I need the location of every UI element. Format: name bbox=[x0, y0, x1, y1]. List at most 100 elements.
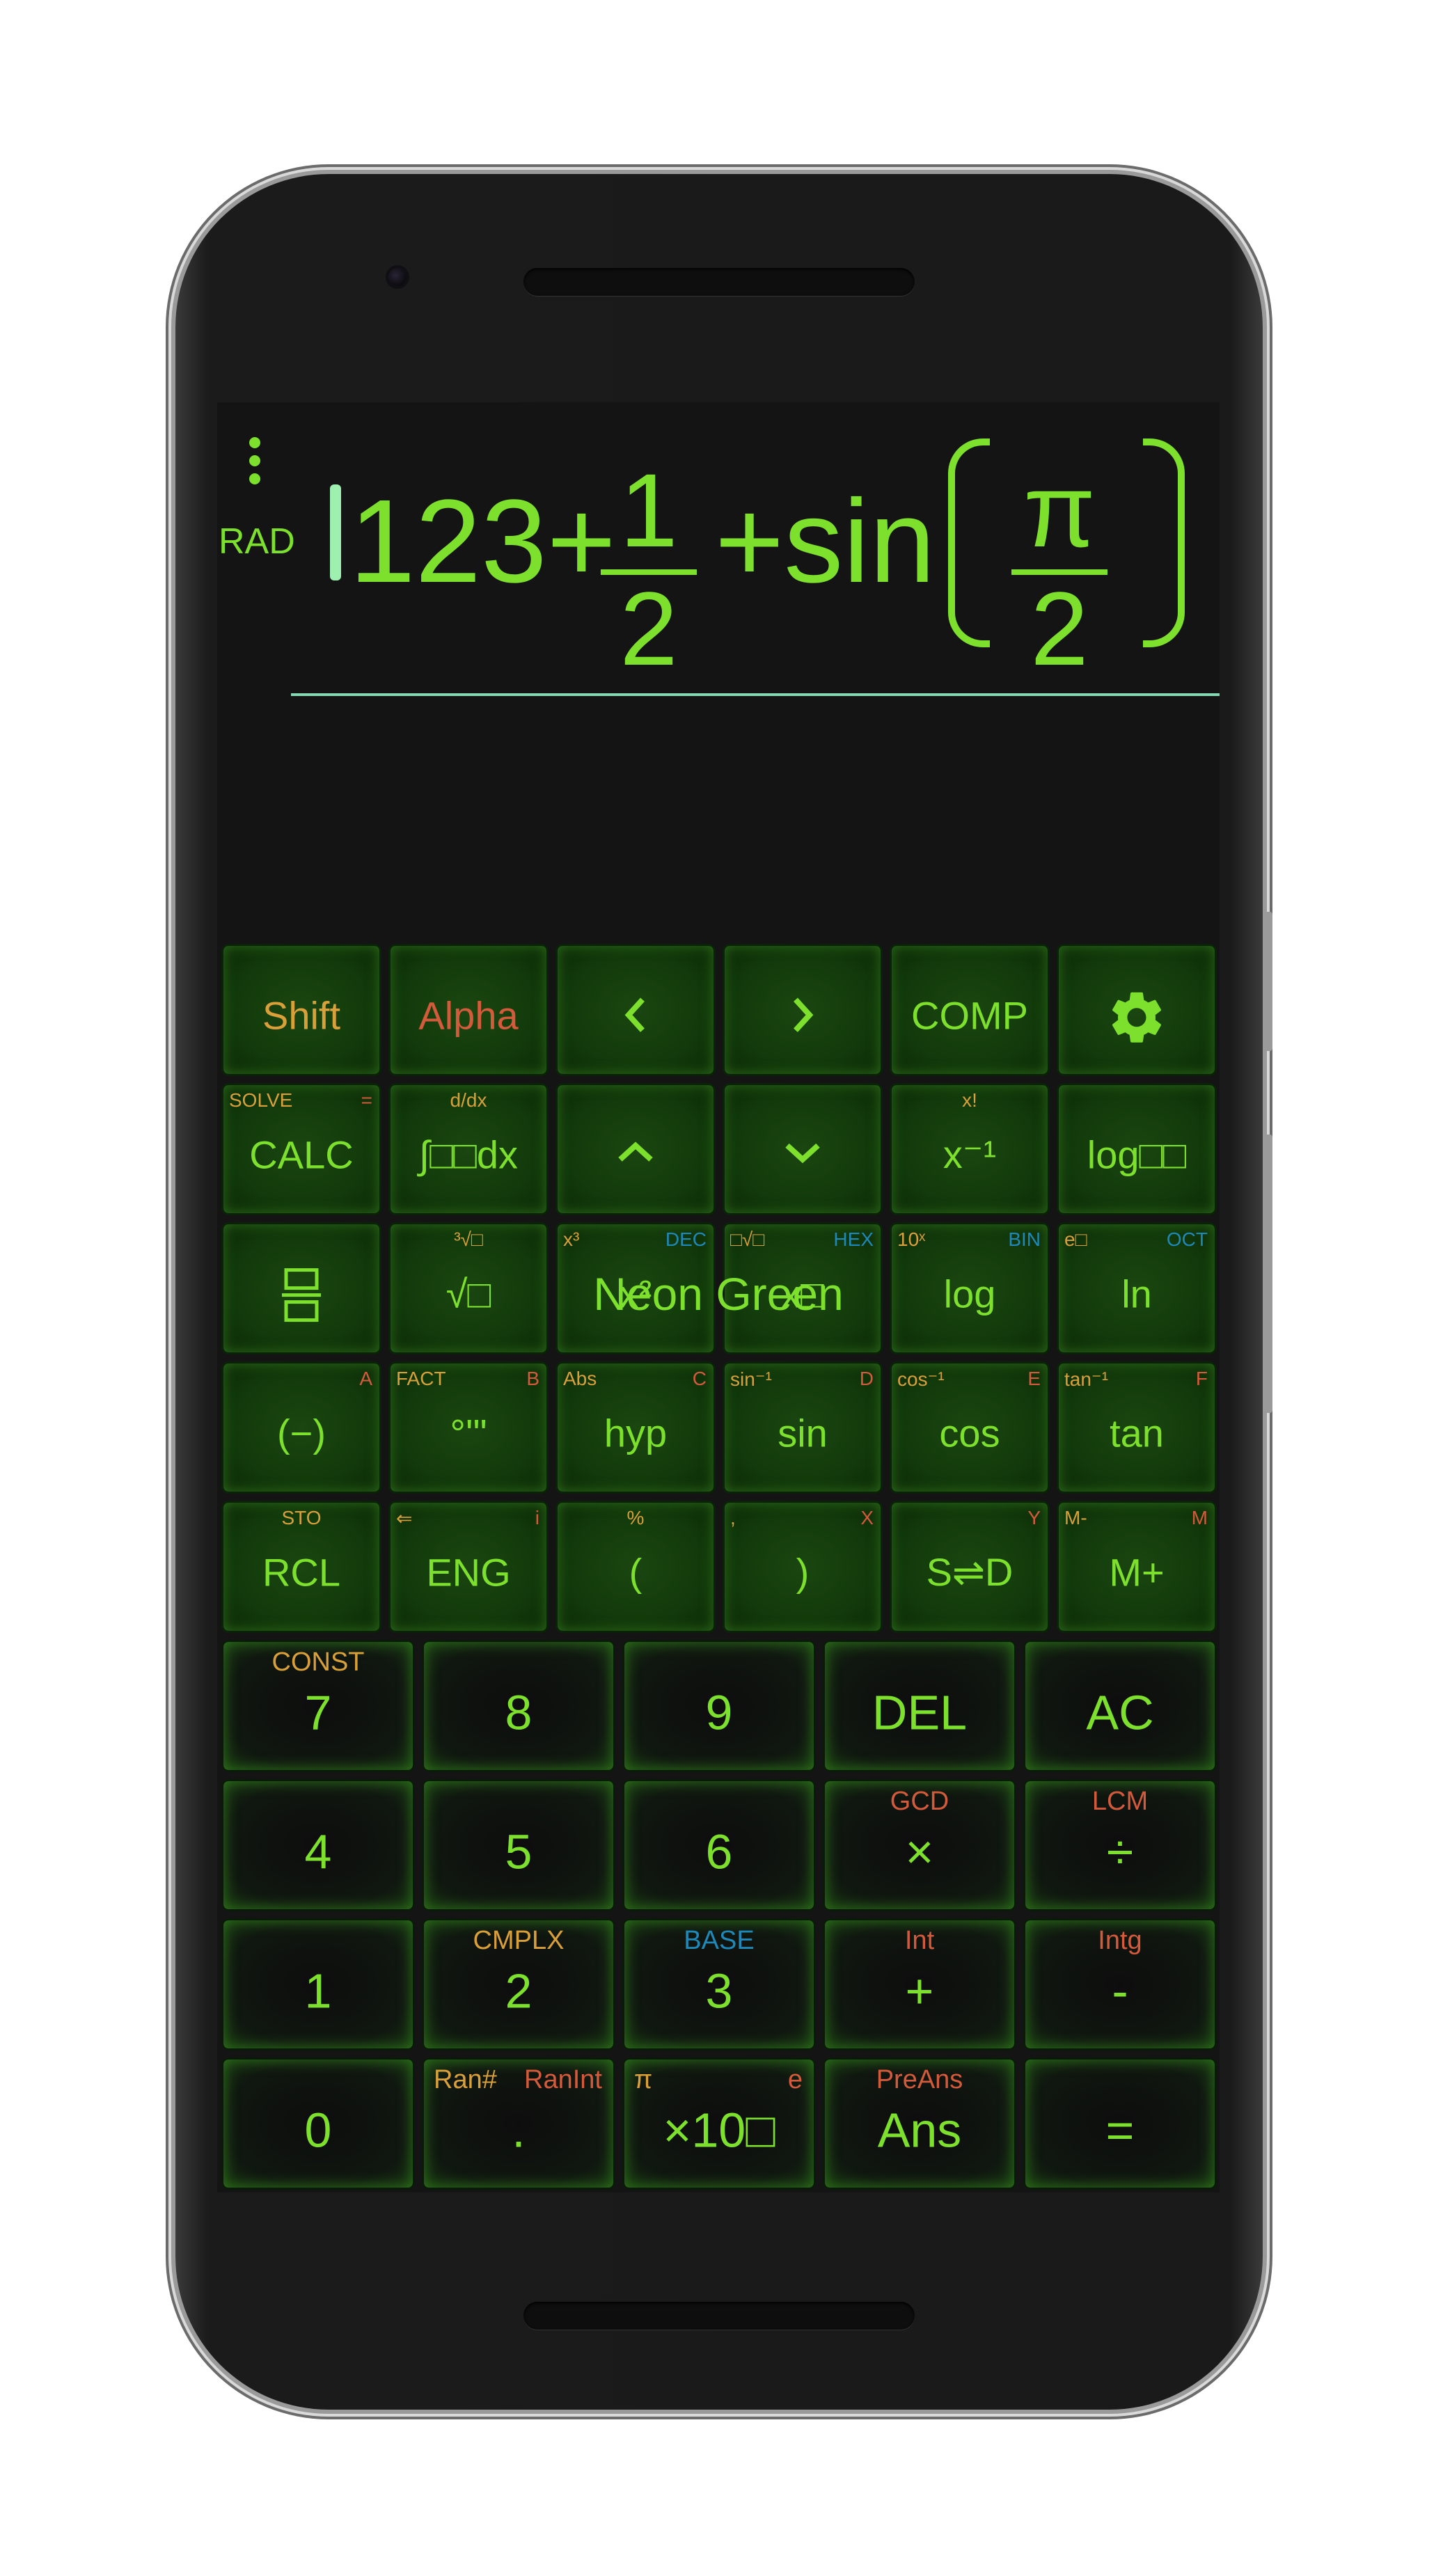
hex-label: HEX bbox=[833, 1228, 874, 1250]
digit-5-key[interactable]: 5 bbox=[422, 1779, 615, 1911]
cursor-down-key[interactable] bbox=[723, 1083, 883, 1215]
expression-part-1: 123+ bbox=[349, 475, 616, 608]
alpha-key-label: Alpha bbox=[418, 993, 519, 1038]
divide-key[interactable]: LCM ÷ bbox=[1023, 1779, 1217, 1911]
ten-power-label: 10ˣ bbox=[897, 1228, 926, 1250]
arcsin-label: sin⁻¹ bbox=[730, 1368, 772, 1390]
calc-label: CALC bbox=[249, 1132, 354, 1177]
equals-key[interactable]: = bbox=[1023, 2057, 1217, 2190]
s-to-d-key[interactable]: Y S⇌D bbox=[890, 1501, 1050, 1633]
negative-label: (−) bbox=[277, 1411, 326, 1455]
comp-mode-key[interactable]: COMP bbox=[890, 944, 1050, 1076]
comma-label: , bbox=[730, 1507, 736, 1528]
m-minus-label: M- bbox=[1064, 1507, 1087, 1528]
all-clear-key[interactable]: AC bbox=[1023, 1640, 1217, 1772]
fact-label: FACT bbox=[396, 1368, 446, 1389]
fraction-1-numerator: 1 bbox=[620, 452, 678, 569]
base-label: BASE bbox=[684, 1926, 755, 1955]
digit-6-key[interactable]: 6 bbox=[622, 1779, 816, 1911]
hyp-key[interactable]: Abs C hyp bbox=[555, 1361, 716, 1494]
hyp-label: hyp bbox=[604, 1411, 668, 1455]
front-camera bbox=[388, 268, 407, 286]
derivative-label: d/dx bbox=[450, 1089, 487, 1111]
sin-label: sin bbox=[778, 1411, 828, 1455]
s-to-d-label: S⇌D bbox=[926, 1549, 1014, 1594]
degree-label: °'" bbox=[450, 1411, 487, 1455]
digit-8-label: 8 bbox=[505, 1685, 533, 1740]
arctan-label: tan⁻¹ bbox=[1064, 1368, 1109, 1390]
sin-key[interactable]: sin⁻¹ D sin bbox=[723, 1361, 883, 1494]
shift-key[interactable]: Shift bbox=[221, 944, 381, 1076]
inverse-label: x⁻¹ bbox=[943, 1132, 997, 1176]
right-paren-key[interactable]: , X ) bbox=[723, 1501, 883, 1633]
digit-7-label: 7 bbox=[304, 1685, 332, 1740]
cursor-up-key[interactable] bbox=[555, 1083, 716, 1215]
digit-0-key[interactable]: 0 bbox=[221, 2057, 415, 2190]
calc-key[interactable]: SOLVE = CALC bbox=[221, 1083, 381, 1215]
expression-input[interactable]: 123+ 1 2 +sin π 2 bbox=[349, 438, 1213, 681]
log-base-key[interactable]: log□□ bbox=[1057, 1083, 1217, 1215]
eng-back-label: ⇐ bbox=[396, 1508, 413, 1529]
cos-key[interactable]: cos⁻¹ E cos bbox=[890, 1361, 1050, 1494]
factorial-label: x! bbox=[962, 1089, 977, 1111]
calculator-screen: RAD 123+ 1 2 +sin π 2 Neon Green Shift A… bbox=[217, 402, 1220, 2192]
integral-key[interactable]: d/dx ∫□□dx bbox=[388, 1083, 549, 1215]
digit-9-key[interactable]: 9 bbox=[622, 1640, 816, 1772]
lcm-label: LCM bbox=[1091, 1787, 1149, 1816]
exponent-label: ×10□ bbox=[663, 2103, 775, 2158]
multiply-key[interactable]: GCD × bbox=[823, 1779, 1016, 1911]
cos-label: cos bbox=[939, 1411, 1000, 1455]
digit-6-label: 6 bbox=[705, 1824, 733, 1879]
left-paren-key[interactable]: % ( bbox=[555, 1501, 716, 1633]
exponent-key[interactable]: π e ×10□ bbox=[622, 2057, 816, 2190]
var-c-label: C bbox=[692, 1368, 707, 1389]
digit-9-label: 9 bbox=[705, 1685, 733, 1740]
angle-mode-indicator: RAD bbox=[219, 521, 295, 562]
subtract-label: - bbox=[1112, 1963, 1128, 2018]
add-label: + bbox=[905, 1963, 934, 2018]
cube-root-label: ³√□ bbox=[454, 1228, 483, 1250]
cursor-right-key[interactable] bbox=[723, 944, 883, 1076]
volume-button bbox=[1263, 1135, 1272, 1413]
chevron-up-icon bbox=[558, 1139, 713, 1167]
tan-key[interactable]: tan⁻¹ F tan bbox=[1057, 1361, 1217, 1494]
power-button bbox=[1263, 912, 1272, 1051]
digit-7-key[interactable]: CONST 7 bbox=[221, 1640, 415, 1772]
eng-key[interactable]: ⇐ i ENG bbox=[388, 1501, 549, 1633]
delete-key[interactable]: DEL bbox=[823, 1640, 1016, 1772]
var-x-label: X bbox=[860, 1507, 874, 1528]
rcl-key[interactable]: STO RCL bbox=[221, 1501, 381, 1633]
cube-label: x³ bbox=[563, 1228, 580, 1250]
const-label: CONST bbox=[271, 1647, 365, 1677]
add-key[interactable]: Int + bbox=[823, 1918, 1016, 2050]
digit-3-label: 3 bbox=[705, 1963, 733, 2018]
alpha-key[interactable]: Alpha bbox=[388, 944, 549, 1076]
digit-3-key[interactable]: BASE 3 bbox=[622, 1918, 816, 2050]
percent-label: % bbox=[626, 1507, 645, 1528]
left-paren-label: ( bbox=[629, 1550, 642, 1595]
sto-label: STO bbox=[281, 1507, 322, 1528]
subtract-key[interactable]: Intg - bbox=[1023, 1918, 1217, 2050]
digit-2-key[interactable]: CMPLX 2 bbox=[422, 1918, 615, 2050]
digit-8-key[interactable]: 8 bbox=[422, 1640, 615, 1772]
inverse-key[interactable]: x! x⁻¹ bbox=[890, 1083, 1050, 1215]
rcl-label: RCL bbox=[262, 1550, 341, 1595]
negative-key[interactable]: A (−) bbox=[221, 1361, 381, 1494]
digit-4-key[interactable]: 4 bbox=[221, 1779, 415, 1911]
oct-label: OCT bbox=[1166, 1228, 1208, 1250]
log-base-label: log□□ bbox=[1087, 1132, 1187, 1177]
overflow-menu-icon[interactable] bbox=[246, 437, 263, 493]
degree-key[interactable]: FACT B °'" bbox=[388, 1361, 549, 1494]
settings-key[interactable] bbox=[1057, 944, 1217, 1076]
digit-1-key[interactable]: 1 bbox=[221, 1918, 415, 2050]
ans-key[interactable]: PreAns Ans bbox=[823, 2057, 1016, 2190]
cursor-left-key[interactable] bbox=[555, 944, 716, 1076]
decimal-point-key[interactable]: Ran# RanInt . bbox=[422, 2057, 615, 2190]
equals-alpha-label: = bbox=[361, 1089, 372, 1111]
theme-toast: Neon Green bbox=[593, 1268, 844, 1320]
pre-ans-label: PreAns bbox=[876, 2065, 963, 2094]
m-plus-key[interactable]: M- M M+ bbox=[1057, 1501, 1217, 1633]
abs-label: Abs bbox=[563, 1368, 597, 1389]
dec-label: DEC bbox=[665, 1228, 707, 1250]
expression-part-2: +sin bbox=[715, 475, 936, 608]
